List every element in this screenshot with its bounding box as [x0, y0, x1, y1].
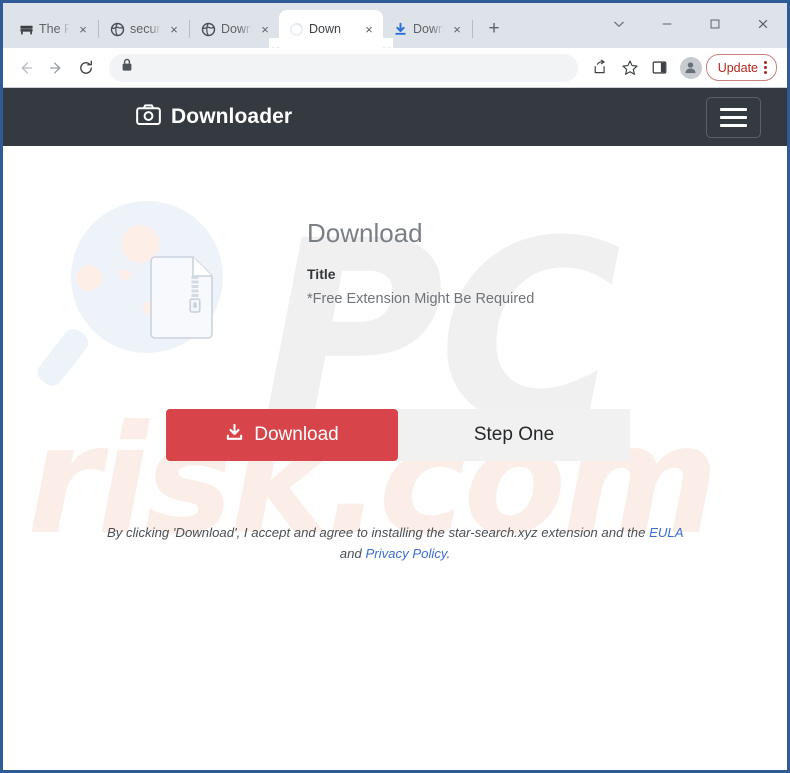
zip-file-magnifier-illustration	[33, 193, 283, 390]
tab-separator	[189, 20, 190, 38]
camera-icon	[136, 104, 161, 130]
new-tab-button[interactable]: +	[480, 15, 508, 43]
profile-avatar-icon[interactable]	[679, 56, 702, 79]
back-button[interactable]	[11, 53, 41, 83]
maximize-button[interactable]	[691, 3, 739, 45]
tab-strip: The Pi × secure ×	[3, 3, 787, 48]
tab-close-button[interactable]: ×	[75, 21, 91, 37]
decorative-blob	[76, 265, 102, 291]
star-icon[interactable]	[616, 54, 644, 82]
step-one-label: Step One	[473, 424, 555, 445]
step-one-panel: Step One	[398, 409, 630, 461]
update-button[interactable]: Update	[705, 54, 777, 81]
hero-text-block: Download Title *Free Extension Might Be …	[307, 193, 534, 307]
browser-tab-4-active[interactable]: Down ×	[279, 10, 393, 48]
globe-icon	[200, 21, 216, 37]
window-controls	[595, 3, 787, 45]
spinner-icon	[288, 21, 304, 37]
hero-subtitle: Title	[307, 266, 336, 282]
tab-search-button[interactable]	[595, 3, 643, 45]
tab-title: Down	[413, 22, 444, 36]
site-header: Downloader	[3, 88, 787, 146]
lock-icon	[121, 58, 133, 77]
bench-icon	[18, 21, 34, 37]
tab-close-button[interactable]: ×	[257, 21, 273, 37]
side-panel-icon[interactable]	[646, 54, 674, 82]
zip-file-icon	[149, 256, 214, 340]
download-tray-icon	[225, 423, 244, 448]
browser-window: The Pi × secure ×	[0, 0, 790, 773]
tab-separator	[98, 20, 99, 38]
action-row: Download Step One	[166, 409, 630, 461]
tab-title: secure	[130, 22, 161, 36]
globe-icon	[109, 21, 125, 37]
address-bar[interactable]	[109, 53, 578, 82]
hero-section: Download Title *Free Extension Might Be …	[3, 146, 787, 564]
hero-note: *Free Extension Might Be Required	[307, 291, 535, 307]
download-button[interactable]: Download	[166, 409, 398, 461]
hero-row: Download Title *Free Extension Might Be …	[3, 193, 787, 390]
site-brand-name: Downloader	[171, 105, 293, 128]
tab-title: Down	[309, 22, 341, 36]
share-icon[interactable]	[586, 54, 614, 82]
site-brand: Downloader	[136, 104, 292, 130]
browser-tab-2[interactable]: secure ×	[100, 10, 188, 48]
disclaimer-period: .	[446, 545, 451, 561]
minimize-button[interactable]	[643, 3, 691, 45]
magnifier-handle	[33, 324, 93, 390]
privacy-policy-link[interactable]: Privacy Policy	[365, 546, 446, 561]
hero-title: Download	[307, 218, 423, 248]
close-window-button[interactable]	[739, 3, 787, 45]
hamburger-icon[interactable]	[706, 96, 761, 138]
eula-link[interactable]: EULA	[649, 525, 683, 540]
browser-toolbar: Update	[3, 48, 787, 88]
browser-tab-3[interactable]: Down ×	[191, 10, 279, 48]
kebab-menu-icon[interactable]	[762, 61, 769, 74]
page-content: Downloader PC risk.com Download Title *F…	[3, 88, 787, 770]
download-button-label: Download	[254, 424, 339, 445]
tab-separator	[472, 20, 473, 38]
download-arrow-icon	[392, 21, 408, 37]
decorative-blob	[120, 269, 131, 280]
tab-close-button[interactable]: ×	[361, 21, 377, 37]
tab-close-button[interactable]: ×	[166, 21, 182, 37]
update-button-label: Update	[717, 60, 758, 75]
browser-tab-5[interactable]: Down ×	[383, 10, 471, 48]
tab-close-button[interactable]: ×	[449, 21, 465, 37]
disclaimer-text: By clicking 'Download', I accept and agr…	[3, 523, 787, 564]
disclaimer-part1: By clicking 'Download', I accept and agr…	[106, 525, 646, 540]
forward-button[interactable]	[41, 53, 71, 83]
tab-title: Down	[221, 22, 252, 36]
tab-title: The Pi	[39, 22, 70, 36]
browser-tab-1[interactable]: The Pi ×	[9, 10, 97, 48]
reload-button[interactable]	[71, 53, 101, 83]
disclaimer-conjunction: and	[339, 545, 362, 561]
